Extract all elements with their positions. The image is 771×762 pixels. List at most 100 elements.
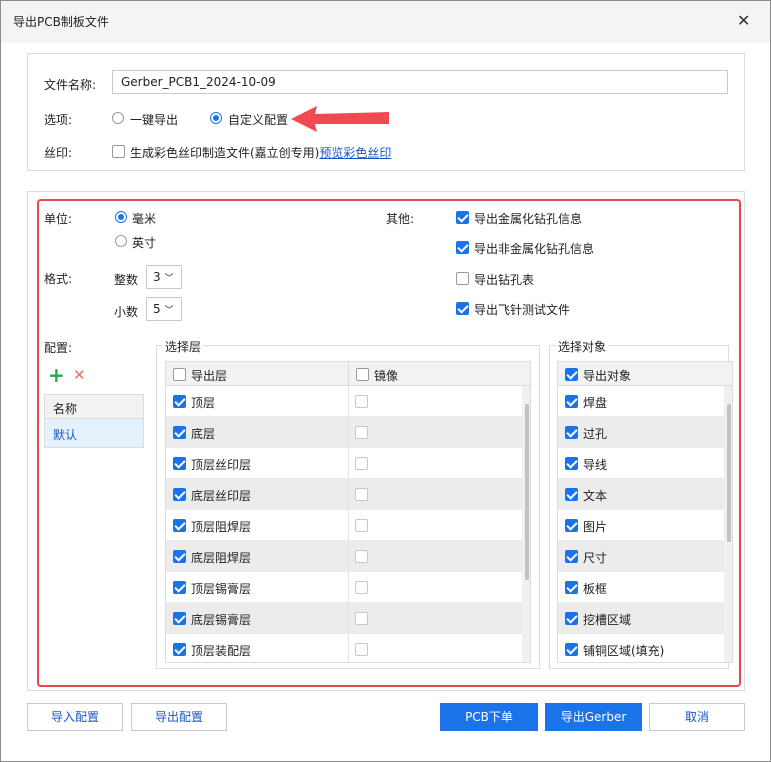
preview-color-silk-link[interactable]: 预览彩色丝印 [319, 146, 391, 160]
export-flying-probe-checkbox[interactable] [456, 302, 469, 315]
layer-row: 顶层阻焊层 [166, 510, 522, 541]
layer-export-checkbox[interactable] [173, 581, 186, 594]
col-export-layer: 导出层 [191, 369, 228, 383]
plus-icon[interactable]: + [48, 363, 65, 387]
layer-name: 顶层 [191, 396, 216, 410]
layer-row: 底层阻焊层 [166, 541, 522, 572]
layer-mirror-checkbox[interactable] [355, 550, 368, 563]
decimal-select[interactable]: 5 ﹀ [146, 297, 182, 321]
layer-export-checkbox[interactable] [173, 643, 186, 656]
object-row: 焊盘 [558, 386, 724, 417]
object-export-checkbox[interactable] [565, 612, 578, 625]
export-drill-table-checkbox[interactable] [456, 272, 469, 285]
unit-inch-radio[interactable] [115, 235, 127, 247]
silk-label: 丝印: [44, 146, 73, 160]
layer-mirror-checkbox[interactable] [355, 581, 368, 594]
export-plated-drill-checkbox[interactable] [456, 211, 469, 224]
object-export-checkbox[interactable] [565, 643, 578, 656]
config-list: 名称 默认 [44, 394, 144, 448]
unit-inch-label[interactable]: 英寸 [132, 234, 156, 251]
export-config-button[interactable]: 导出配置 [131, 703, 227, 731]
cancel-button[interactable]: 取消 [649, 703, 745, 731]
layer-mirror-checkbox[interactable] [355, 395, 368, 408]
object-name: 导线 [583, 458, 608, 472]
object-export-checkbox[interactable] [565, 395, 578, 408]
export-flying-probe-label[interactable]: 导出飞针测试文件 [474, 301, 570, 318]
select-all-layers-checkbox[interactable] [173, 368, 186, 381]
close-icon[interactable]: ✕ [737, 13, 750, 29]
layers-scroll-thumb[interactable] [525, 404, 529, 580]
layer-export-checkbox[interactable] [173, 612, 186, 625]
layer-mirror-checkbox[interactable] [355, 488, 368, 501]
layers-scrollbar[interactable] [522, 386, 530, 662]
red-arrow-annotation [291, 106, 389, 132]
config-label: 配置: [44, 341, 73, 355]
layer-row: 底层丝印层 [166, 479, 522, 510]
object-row: 铺铜区域(填充) [558, 634, 724, 662]
layer-name: 顶层阻焊层 [191, 520, 252, 534]
export-nonplated-drill-checkbox[interactable] [456, 241, 469, 254]
color-silk-checkbox[interactable] [112, 145, 125, 158]
custom-config-label[interactable]: 自定义配置 [228, 111, 288, 128]
object-row: 挖槽区域 [558, 603, 724, 634]
config-item-default[interactable]: 默认 [45, 419, 143, 447]
layer-mirror-checkbox[interactable] [355, 519, 368, 532]
export-gerber-button[interactable]: 导出Gerber [545, 703, 642, 731]
layer-mirror-checkbox[interactable] [355, 612, 368, 625]
layer-row: 顶层装配层 [166, 634, 522, 662]
one-click-export-radio[interactable] [112, 112, 124, 124]
object-export-checkbox[interactable] [565, 519, 578, 532]
file-name-input[interactable]: Gerber_PCB1_2024-10-09 [112, 70, 728, 94]
export-plated-drill-label[interactable]: 导出金属化钻孔信息 [474, 210, 582, 227]
object-row: 过孔 [558, 417, 724, 448]
object-row: 尺寸 [558, 541, 724, 572]
select-all-mirror-checkbox[interactable] [356, 368, 369, 381]
format-label: 格式: [44, 272, 73, 286]
chevron-down-icon: ﹀ [164, 306, 174, 316]
integer-select[interactable]: 3 ﹀ [146, 265, 182, 289]
dialog-title: 导出PCB制板文件 [13, 15, 109, 29]
unit-mm-radio[interactable] [115, 211, 127, 223]
layer-name: 底层丝印层 [191, 489, 252, 503]
objects-scroll-thumb[interactable] [727, 404, 731, 542]
object-name: 焊盘 [583, 396, 608, 410]
object-name: 挖槽区域 [583, 613, 632, 627]
layers-table-header: 导出层 镜像 [166, 362, 530, 386]
object-row: 导线 [558, 448, 724, 479]
layer-row: 顶层 [166, 386, 522, 417]
layers-table: 导出层 镜像 顶层 底层 顶层丝印层 底层丝印层 顶层阻焊层 底层阻焊层 顶层锡膏层 底层锡膏… [165, 361, 531, 663]
object-export-checkbox[interactable] [565, 488, 578, 501]
one-click-export-label[interactable]: 一键导出 [130, 111, 178, 128]
object-export-checkbox[interactable] [565, 426, 578, 439]
object-row: 板框 [558, 572, 724, 603]
export-drill-table-label[interactable]: 导出钻孔表 [474, 271, 534, 288]
object-export-checkbox[interactable] [565, 550, 578, 563]
unit-mm-label[interactable]: 毫米 [132, 210, 156, 227]
layer-export-checkbox[interactable] [173, 457, 186, 470]
object-export-checkbox[interactable] [565, 457, 578, 470]
x-icon[interactable]: ✕ [73, 366, 86, 384]
layer-export-checkbox[interactable] [173, 488, 186, 501]
import-config-button[interactable]: 导入配置 [27, 703, 123, 731]
layer-mirror-checkbox[interactable] [355, 457, 368, 470]
object-export-checkbox[interactable] [565, 581, 578, 594]
objects-table: 导出对象 焊盘 过孔 导线 文本 图片 尺寸 板框 挖槽区域 铺铜区域(填充) [557, 361, 733, 663]
col-mirror: 镜像 [374, 369, 399, 383]
layer-name: 底层 [191, 427, 216, 441]
layer-export-checkbox[interactable] [173, 426, 186, 439]
objects-scrollbar[interactable] [724, 386, 732, 662]
custom-config-radio[interactable] [210, 112, 222, 124]
decimal-label: 小数 [114, 305, 139, 319]
layer-export-checkbox[interactable] [173, 519, 186, 532]
pcb-order-button[interactable]: PCB下单 [440, 703, 538, 731]
select-all-objects-checkbox[interactable] [565, 368, 578, 381]
layer-export-checkbox[interactable] [173, 395, 186, 408]
export-nonplated-drill-label[interactable]: 导出非金属化钻孔信息 [474, 240, 594, 257]
layer-mirror-checkbox[interactable] [355, 643, 368, 656]
unit-label: 单位: [44, 212, 73, 226]
color-silk-text: 生成彩色丝印制造文件(嘉立创专用)预览彩色丝印 [130, 146, 392, 160]
other-label: 其他: [386, 212, 415, 226]
layer-name: 顶层装配层 [191, 644, 252, 658]
layer-export-checkbox[interactable] [173, 550, 186, 563]
layer-mirror-checkbox[interactable] [355, 426, 368, 439]
